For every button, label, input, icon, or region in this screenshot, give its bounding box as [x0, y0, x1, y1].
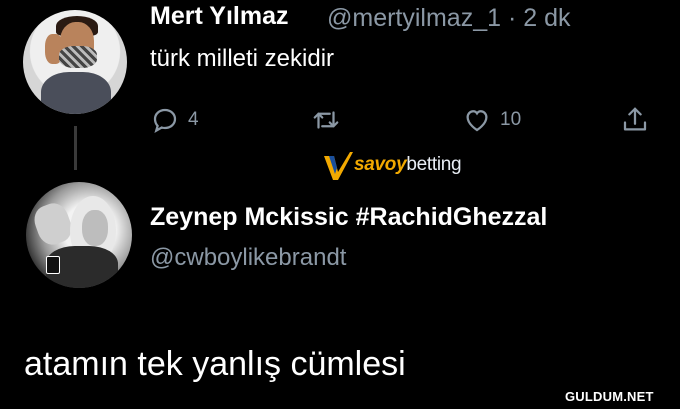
savoybetting-logo-icon — [324, 152, 353, 180]
retweet-button[interactable] — [311, 103, 341, 137]
tweet-handle-time[interactable]: @mertyilmaz_1 · 2 dk — [327, 4, 571, 33]
like-count: 10 — [500, 109, 522, 130]
thread-line — [74, 126, 77, 170]
like-button[interactable]: 10 — [462, 103, 521, 137]
watermark-text-b: betting — [406, 154, 462, 175]
avatar-mask — [59, 46, 97, 68]
avatar-body — [41, 72, 111, 114]
tweet-author-name[interactable]: Mert Yılmaz — [150, 2, 288, 31]
reply-button[interactable]: 4 — [150, 103, 199, 137]
retweet-icon — [313, 111, 339, 129]
share-icon — [623, 107, 647, 131]
tweet-text: türk milleti zekidir — [150, 45, 335, 72]
site-watermark: GULDUM.NET — [565, 389, 654, 404]
tweet-author-name[interactable]: Zeynep Mckissic #RachidGhezzal — [150, 203, 547, 232]
reply-count: 4 — [188, 109, 199, 130]
avatar-hand — [30, 199, 76, 249]
club-badge-icon — [46, 256, 60, 274]
avatar[interactable] — [23, 10, 127, 114]
avatar-face — [82, 210, 108, 246]
tweet-text: atamın tek yanlış cümlesi — [24, 345, 406, 383]
savoybetting-watermark: savoybetting — [322, 150, 488, 182]
reply-icon — [153, 108, 177, 133]
tweet-handle[interactable]: @cwboylikebrandt — [150, 244, 346, 272]
avatar[interactable] — [26, 182, 132, 288]
share-button[interactable] — [620, 103, 650, 137]
like-icon — [466, 110, 488, 132]
watermark-text-a: savoy — [354, 154, 407, 175]
